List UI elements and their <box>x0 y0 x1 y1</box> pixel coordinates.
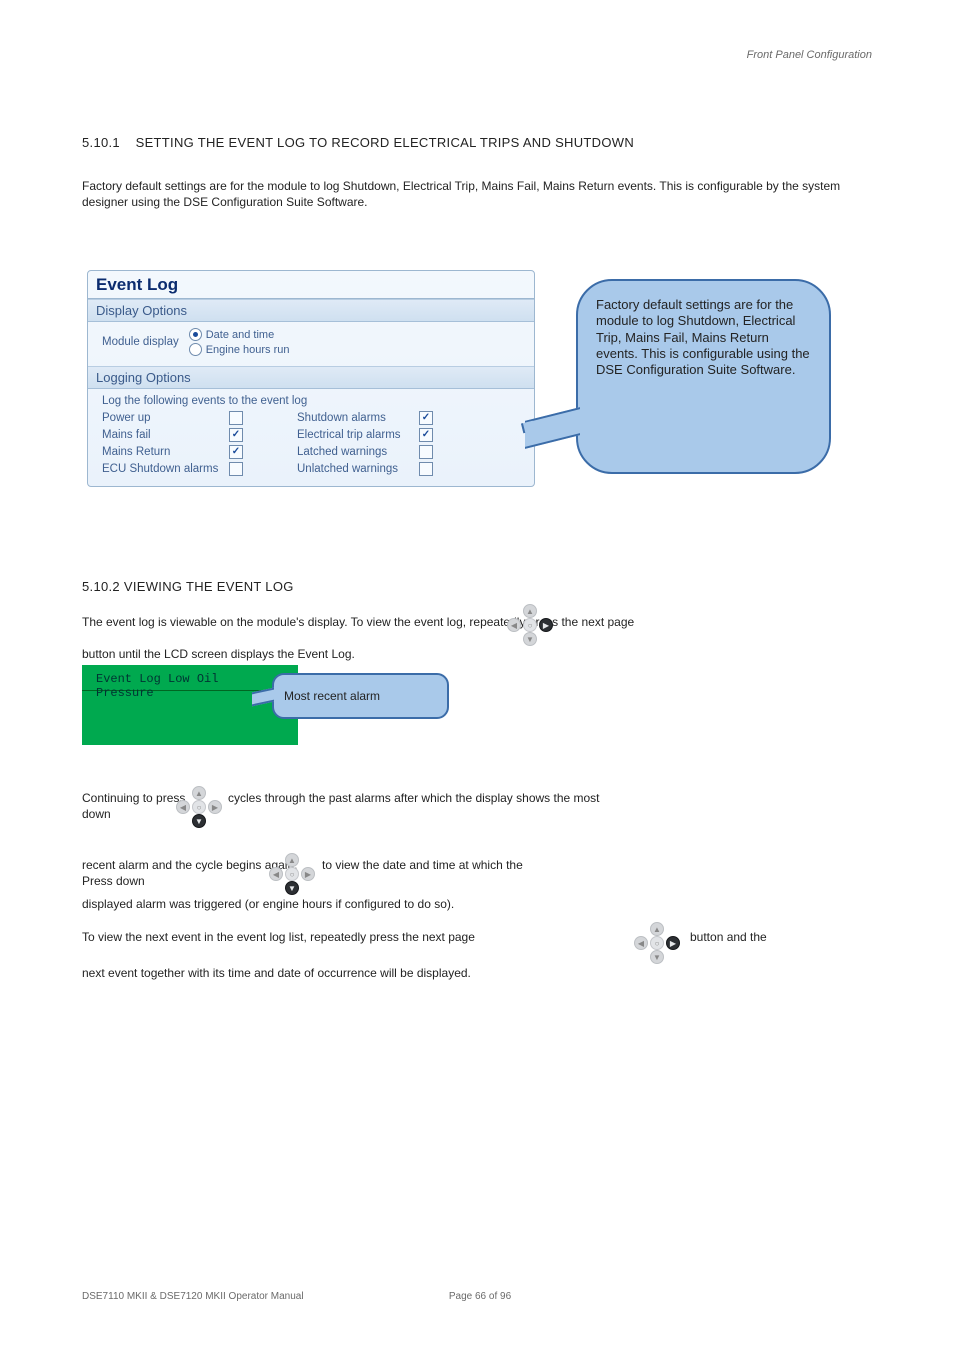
module-display-radios: Date and time Engine hours run <box>189 328 290 356</box>
lcd-text: Event Log Low Oil Pressure <box>96 673 256 701</box>
section-header: 5.10.1 SETTING THE EVENT LOG TO RECORD E… <box>82 134 872 152</box>
chk-mains-return[interactable] <box>229 445 243 459</box>
dpad-right-icon: ▶ <box>208 800 222 814</box>
event-log-panel: Event Log Display Options Module display… <box>87 270 535 487</box>
label-mains-return: Mains Return <box>102 446 227 458</box>
logging-intro: Log the following events to the event lo… <box>102 395 524 407</box>
nav-p1b: cycles through the past alarms after whi… <box>228 790 872 806</box>
dpad-next-page-1: ▲ ◀ ○ ▶ ▼ <box>504 604 554 644</box>
dpad-up-icon: ▲ <box>523 604 537 618</box>
callout-recent-alarm: Most recent alarm <box>272 673 449 719</box>
chk-ecu-shutdown[interactable] <box>229 462 243 476</box>
label-power-up: Power up <box>102 412 227 424</box>
callout-text: Factory default settings are for the mod… <box>596 297 810 377</box>
radio-engine-hours[interactable]: Engine hours run <box>189 343 290 356</box>
dpad-next-page-2: ▲ ◀ ○ ▶ ▼ <box>631 922 681 962</box>
dpad-up-icon: ▲ <box>650 922 664 936</box>
chk-electrical-trip[interactable] <box>419 428 433 442</box>
dpad-left-icon: ◀ <box>634 936 648 950</box>
dpad-center-icon: ○ <box>192 800 206 814</box>
chk-unlatched-warnings[interactable] <box>419 462 433 476</box>
chk-power-up[interactable] <box>229 411 243 425</box>
label-mains-fail: Mains fail <box>102 429 227 441</box>
nav-p2b: to view the date and time at which the <box>322 857 872 873</box>
radio-label: Date and time <box>206 329 274 341</box>
dpad-down-2: ▲ ◀ ○ ▶ ▼ <box>266 853 316 893</box>
panel-title: Event Log <box>88 271 534 299</box>
dpad-right-icon: ▶ <box>666 936 680 950</box>
nav-p5: next event together with its time and da… <box>82 965 872 981</box>
module-display-label: Module display <box>102 336 179 348</box>
label-unlatched-warnings: Unlatched warnings <box>297 463 417 475</box>
dpad-right-icon: ▶ <box>301 867 315 881</box>
dpad-down-icon: ▼ <box>523 632 537 646</box>
label-electrical-trip: Electrical trip alarms <box>297 429 417 441</box>
footer-page-number: Page 66 of 96 <box>420 1290 540 1304</box>
chk-shutdown-alarms[interactable] <box>419 411 433 425</box>
dpad-right-icon: ▶ <box>539 618 553 632</box>
viewing-p1b: button until the LCD screen displays the… <box>82 646 502 662</box>
radio-date-time[interactable]: Date and time <box>189 328 290 341</box>
dpad-down-icon: ▼ <box>285 881 299 895</box>
dpad-center-icon: ○ <box>285 867 299 881</box>
dpad-left-icon: ◀ <box>176 800 190 814</box>
dpad-center-icon: ○ <box>650 936 664 950</box>
dpad-down-icon: ▼ <box>650 950 664 964</box>
callout-bubble: Factory default settings are for the mod… <box>576 279 831 474</box>
radio-glyph <box>189 343 202 356</box>
dpad-down-icon: ▼ <box>192 814 206 828</box>
viewing-header: 5.10.2 VIEWING THE EVENT LOG <box>82 578 872 596</box>
chk-mains-fail[interactable] <box>229 428 243 442</box>
nav-p3: displayed alarm was triggered (or engine… <box>82 896 872 912</box>
viewing-p1: The event log is viewable on the module'… <box>82 614 872 630</box>
label-latched-warnings: Latched warnings <box>297 446 417 458</box>
callout-recent-alarm-text: Most recent alarm <box>284 689 380 703</box>
dpad-up-icon: ▲ <box>285 853 299 867</box>
dpad-left-icon: ◀ <box>507 618 521 632</box>
display-options-header: Display Options <box>88 299 534 322</box>
dpad-down-1: ▲ ◀ ○ ▶ ▼ <box>173 786 223 826</box>
label-shutdown-alarms: Shutdown alarms <box>297 412 417 424</box>
radio-glyph <box>189 328 202 341</box>
radio-label: Engine hours run <box>206 344 290 356</box>
logging-options-header: Logging Options <box>88 366 534 389</box>
dpad-left-icon: ◀ <box>269 867 283 881</box>
section-number: 5.10.1 <box>82 135 120 150</box>
dpad-up-icon: ▲ <box>192 786 206 800</box>
dpad-center-icon: ○ <box>523 618 537 632</box>
chk-latched-warnings[interactable] <box>419 445 433 459</box>
nav-p4a: To view the next event in the event log … <box>82 929 642 945</box>
nav-p4b: button and the <box>690 929 872 945</box>
logging-grid: Power up Shutdown alarms Mains fail Elec… <box>102 411 524 476</box>
section-title: SETTING THE EVENT LOG TO RECORD ELECTRIC… <box>136 135 634 150</box>
page-label: Front Panel Configuration <box>82 48 872 63</box>
intro-paragraph: Factory default settings are for the mod… <box>82 178 872 210</box>
label-ecu-shutdown: ECU Shutdown alarms <box>102 463 227 475</box>
